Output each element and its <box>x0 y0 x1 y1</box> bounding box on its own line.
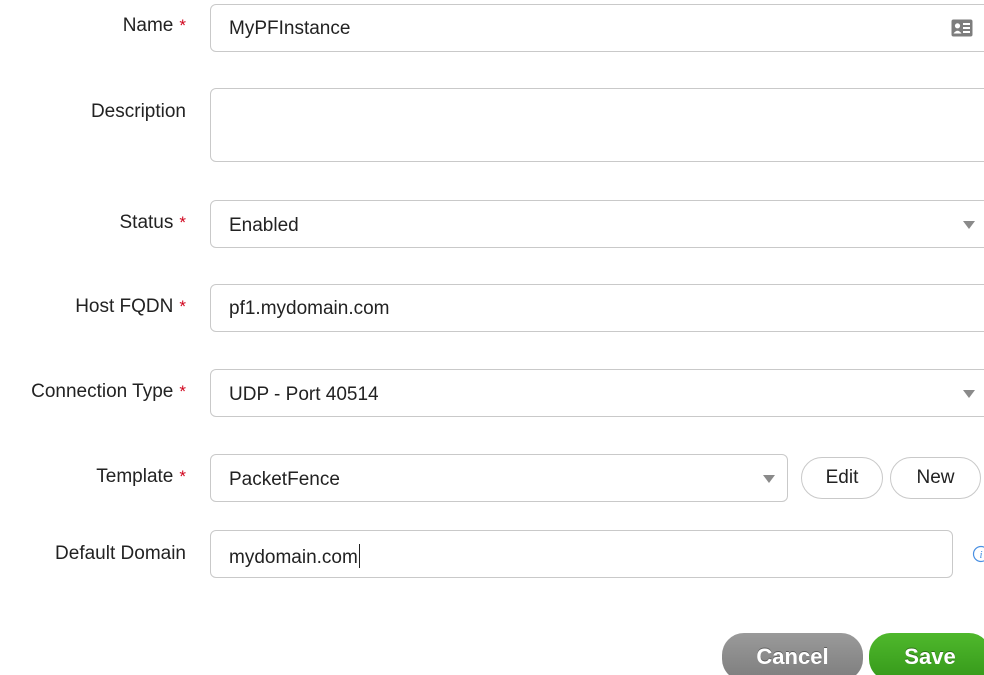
contact-card-icon[interactable] <box>951 19 973 37</box>
default-domain-value: mydomain.com <box>229 547 358 568</box>
new-template-button[interactable]: New <box>890 457 981 499</box>
host-fqdn-label: Host FQDN * <box>75 296 186 317</box>
required-marker: * <box>179 297 186 316</box>
description-label: Description <box>90 101 186 122</box>
triangle-down-icon[interactable] <box>963 390 975 398</box>
host-fqdn-value: pf1.mydomain.com <box>229 298 390 319</box>
svg-text:i: i <box>979 549 982 561</box>
template-label: Template * <box>96 466 186 487</box>
triangle-down-icon[interactable] <box>763 475 775 483</box>
required-marker: * <box>179 467 186 486</box>
triangle-down-icon[interactable] <box>963 221 975 229</box>
required-marker: * <box>179 382 186 401</box>
name-input[interactable]: MyPFInstance <box>210 4 984 52</box>
save-button[interactable]: Save <box>869 633 984 675</box>
status-value: Enabled <box>229 215 299 236</box>
template-select[interactable]: PacketFence <box>210 454 788 502</box>
info-icon[interactable]: i <box>972 545 984 563</box>
edit-template-button[interactable]: Edit <box>801 457 883 499</box>
connection-type-value: UDP - Port 40514 <box>229 384 379 405</box>
default-domain-input[interactable]: mydomain.com <box>210 530 953 578</box>
connection-type-label: Connection Type * <box>31 381 186 402</box>
connection-type-select[interactable]: UDP - Port 40514 <box>210 369 984 417</box>
host-fqdn-input[interactable]: pf1.mydomain.com <box>210 284 984 332</box>
status-select[interactable]: Enabled <box>210 200 984 248</box>
text-cursor <box>358 544 360 568</box>
status-label: Status * <box>119 212 187 233</box>
description-textarea[interactable] <box>210 88 984 162</box>
name-value: MyPFInstance <box>229 18 351 39</box>
required-marker: * <box>179 16 186 35</box>
template-value: PacketFence <box>229 469 340 490</box>
required-marker: * <box>179 213 186 232</box>
name-label: Name * <box>122 15 186 36</box>
cancel-button[interactable]: Cancel <box>722 633 863 675</box>
default-domain-label: Default Domain <box>55 543 186 564</box>
packetfence-instance-form: Name * MyPFInstance Description Status * E… <box>0 0 984 675</box>
